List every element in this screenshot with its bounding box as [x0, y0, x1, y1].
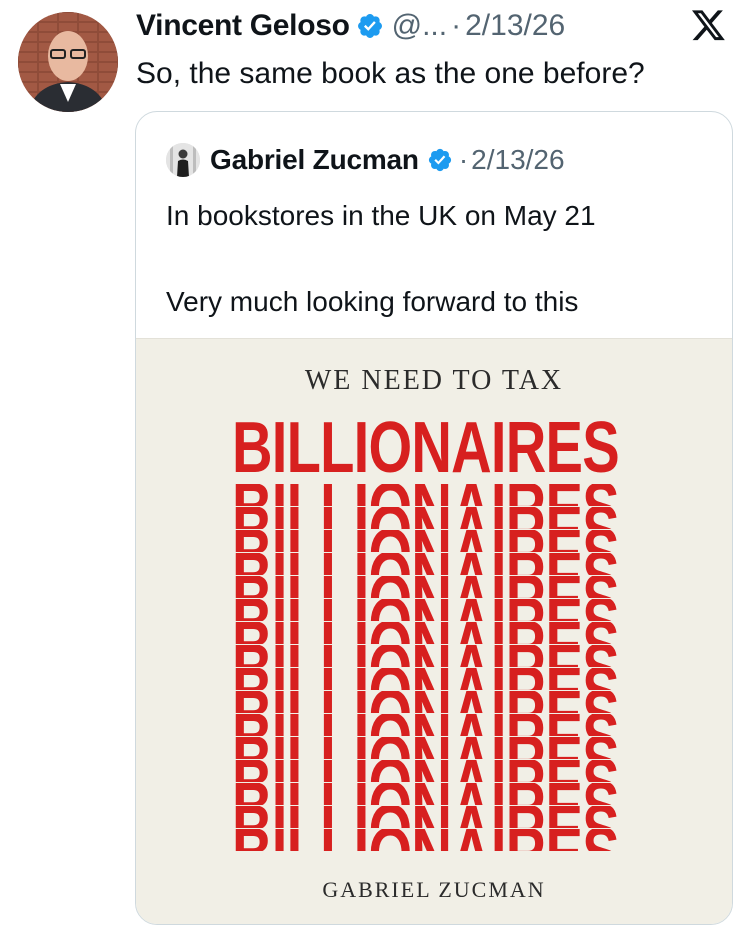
quoted-tweet-text: In bookstores in the UK on May 21 Very m…	[166, 194, 596, 323]
tweet-date[interactable]: 2/13/26	[465, 9, 565, 43]
quoted-avatar-photo-icon	[166, 143, 200, 177]
tweet-text: So, the same book as the one before?	[136, 57, 645, 90]
book-title-repeat: BILLIONAIRES	[232, 530, 618, 552]
verified-badge-icon	[356, 12, 384, 40]
quoted-separator-dot: ·	[458, 144, 469, 175]
quoted-text-line: Very much looking forward to this	[166, 286, 579, 317]
quoted-tweet-card[interactable]: Gabriel Zucman · 2/13/26 In bookstores i…	[135, 111, 733, 925]
quoted-verified-badge-icon	[427, 147, 453, 173]
book-title-repeat: BILLIONAIRES	[232, 599, 618, 621]
author-avatar[interactable]	[18, 12, 118, 112]
book-title-repeat: BILLIONAIRES	[232, 553, 618, 575]
book-title-repeat: BILLIONAIRES	[232, 806, 618, 828]
avatar-photo-icon	[18, 12, 118, 112]
book-title-stack: BILLIONAIRESBILLIONAIRESBILLIONAIRESBILL…	[232, 417, 618, 851]
author-handle[interactable]: @...	[392, 9, 447, 43]
book-title-repeat: BILLIONAIRES	[232, 645, 618, 667]
book-title-repeat: BILLIONAIRES	[232, 783, 618, 805]
book-title-repeat: BILLIONAIRES	[232, 668, 618, 690]
book-title-repeat: BILLIONAIRES	[232, 576, 618, 598]
tweet[interactable]: Vincent Geloso @... · 2/13/26 So, the sa…	[0, 0, 750, 936]
book-cover-image[interactable]: WE NEED TO TAX BILLIONAIRESBILLIONAIRESB…	[136, 338, 732, 924]
book-title-repeat: BILLIONAIRES	[232, 622, 618, 644]
book-title-repeat: BILLIONAIRES	[232, 691, 618, 713]
tweet-header: Vincent Geloso @... · 2/13/26	[136, 4, 565, 48]
quoted-tweet-date: 2/13/26	[471, 144, 565, 175]
book-title-repeat: BILLIONAIRES	[232, 829, 618, 851]
book-title-repeat: BILLIONAIRES	[232, 507, 618, 529]
quoted-author-avatar	[166, 143, 200, 177]
x-logo-icon	[692, 10, 725, 41]
book-title-repeat: BILLIONAIRES	[232, 484, 618, 506]
book-title: BILLIONAIRES	[232, 417, 618, 481]
separator-dot: ·	[451, 9, 462, 42]
quoted-author-name: Gabriel Zucman	[210, 144, 419, 175]
author-name[interactable]: Vincent Geloso	[136, 9, 350, 43]
book-title-repeat: BILLIONAIRES	[232, 760, 618, 782]
book-subtitle: WE NEED TO TAX	[304, 365, 564, 396]
quoted-tweet-header: Gabriel Zucman · 2/13/26	[166, 142, 565, 178]
book-title-repeat: BILLIONAIRES	[232, 737, 618, 759]
quoted-text-line: In bookstores in the UK on May 21	[166, 200, 596, 231]
book-author: GABRIEL ZUCMAN	[322, 877, 546, 902]
book-title-repeat: BILLIONAIRES	[232, 714, 618, 736]
